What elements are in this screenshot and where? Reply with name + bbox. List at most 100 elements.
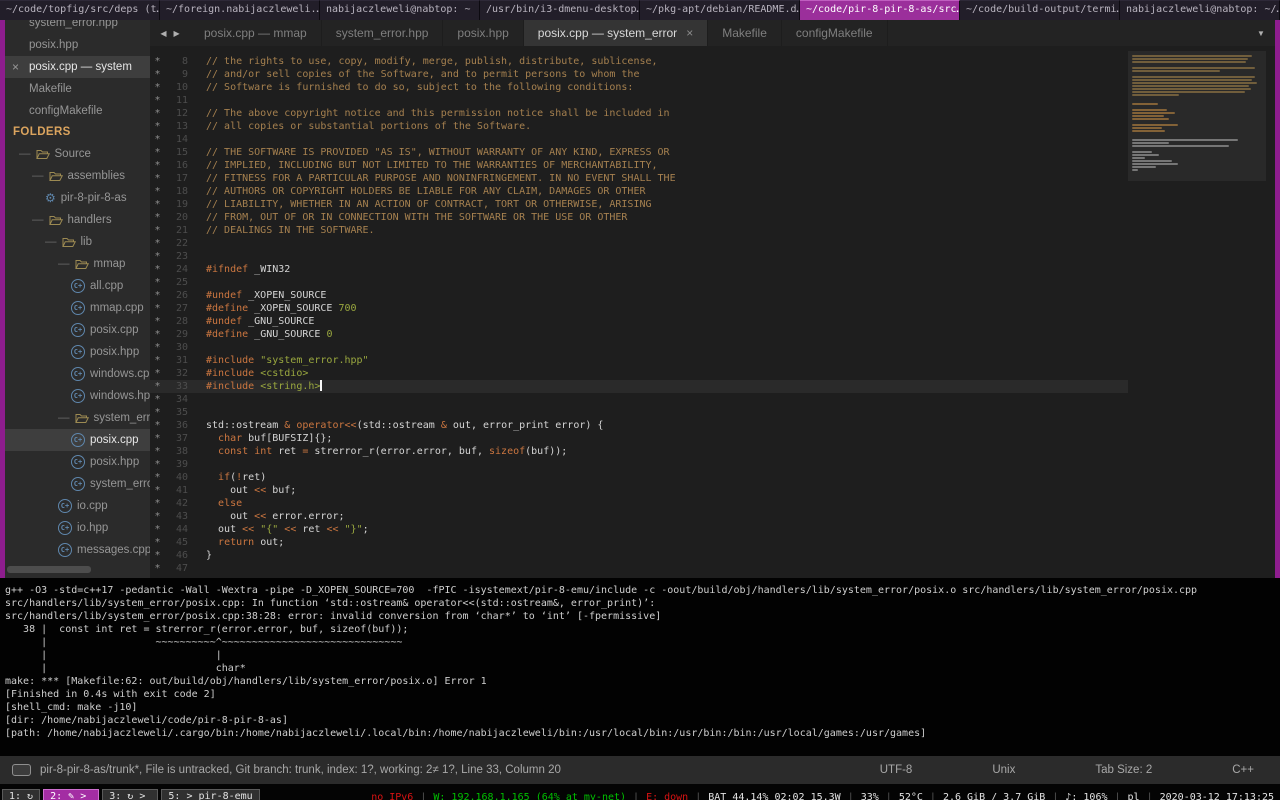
code-line[interactable]: *35 <box>150 406 1128 419</box>
minimap[interactable] <box>1128 46 1275 578</box>
workspace-button[interactable]: 1: ↻ <box>2 789 40 800</box>
expander-icon[interactable]: — <box>45 231 57 253</box>
tree-item[interactable]: C+posix.cpp <box>5 429 150 451</box>
titlebar-window[interactable]: ~/code/topfig/src/deps (t… <box>0 0 160 20</box>
open-file-item[interactable]: ×posix.cpp — system <box>5 56 150 78</box>
code-line[interactable]: *47 <box>150 562 1128 575</box>
code-line[interactable]: *27#define _XOPEN_SOURCE 700 <box>150 302 1128 315</box>
code-line[interactable]: *14 <box>150 133 1128 146</box>
code-line[interactable]: *30 <box>150 341 1128 354</box>
code-line[interactable]: *45 return out; <box>150 536 1128 549</box>
workspace-button[interactable]: 3: ↻ >_ <box>102 789 158 800</box>
code-line[interactable]: *33#include <string.h> <box>150 380 1128 393</box>
build-output-panel[interactable]: g++ -O3 -std=c++17 -pedantic -Wall -Wext… <box>0 578 1280 756</box>
titlebar-window[interactable]: ~/foreign.nabijaczleweli.… <box>160 0 320 20</box>
tree-item[interactable]: —Source <box>5 143 150 165</box>
titlebar-window[interactable]: ~/pkg-apt/debian/README.d… <box>640 0 800 20</box>
titlebar-window[interactable]: ~/code/pir-8-pir-8-as/src… <box>800 0 960 20</box>
minimap-viewport[interactable] <box>1128 51 1266 181</box>
code-line[interactable]: *21// DEALINGS IN THE SOFTWARE. <box>150 224 1128 237</box>
expander-icon[interactable]: — <box>32 209 44 231</box>
tree-item[interactable]: —handlers <box>5 209 150 231</box>
build-output-line[interactable]: | char* <box>5 662 1280 675</box>
code-line[interactable]: *36std::ostream & operator<<(std::ostrea… <box>150 419 1128 432</box>
code-line[interactable]: *8// the rights to use, copy, modify, me… <box>150 55 1128 68</box>
tree-item[interactable]: C+windows.hpp <box>5 385 150 407</box>
sidebar-horizontal-scrollbar[interactable] <box>7 566 91 573</box>
editor-tab[interactable]: configMakefile <box>782 20 888 46</box>
code-line[interactable]: *12// The above copyright notice and thi… <box>150 107 1128 120</box>
editor-tab[interactable]: system_error.hpp <box>322 20 444 46</box>
code-line[interactable]: *25 <box>150 276 1128 289</box>
tree-item[interactable]: —system_error <box>5 407 150 429</box>
code-line[interactable]: *20// FROM, OUT OF OR IN CONNECTION WITH… <box>150 211 1128 224</box>
tree-item[interactable]: C+io.hpp <box>5 517 150 539</box>
code-line[interactable]: *28#undef _GNU_SOURCE <box>150 315 1128 328</box>
build-output-line[interactable]: 38 | const int ret = strerror_r(error.er… <box>5 623 1280 636</box>
titlebar-window[interactable]: nabijaczleweli@nabtop: ~/… <box>1120 0 1280 20</box>
tree-item[interactable]: ⚙pir-8-pir-8-as <box>5 187 150 209</box>
tab-overflow-icon[interactable]: ▼ <box>1247 20 1275 46</box>
code-line[interactable]: *39 <box>150 458 1128 471</box>
workspace-button[interactable]: 2: ✎ >_ <box>43 789 99 800</box>
code-line[interactable]: *34 <box>150 393 1128 406</box>
code-line[interactable]: *19// LIABILITY, WHETHER IN AN ACTION OF… <box>150 198 1128 211</box>
build-output-line[interactable]: | | <box>5 649 1280 662</box>
code-line[interactable]: *17// FITNESS FOR A PARTICULAR PURPOSE A… <box>150 172 1128 185</box>
workspace-button[interactable]: 5: >_pir-8-emu <box>161 789 259 800</box>
expander-icon[interactable]: — <box>19 143 31 165</box>
code-line[interactable]: *18// AUTHORS OR COPYRIGHT HOLDERS BE LI… <box>150 185 1128 198</box>
titlebar-window[interactable]: ~/code/build-output/termi… <box>960 0 1120 20</box>
editor-tab[interactable]: posix.hpp <box>443 20 523 46</box>
tree-item[interactable]: —lib <box>5 231 150 253</box>
code-line[interactable]: *46} <box>150 549 1128 562</box>
code-line[interactable]: *42 else <box>150 497 1128 510</box>
status-field[interactable]: Unix <box>992 764 1015 776</box>
code-line[interactable]: *11 <box>150 94 1128 107</box>
open-file-item[interactable]: posix.hpp <box>5 34 150 56</box>
tab-scroll-right-icon[interactable]: ▶ <box>174 29 180 38</box>
code-line[interactable]: *26#undef _XOPEN_SOURCE <box>150 289 1128 302</box>
editor-tab[interactable]: posix.cpp — system_error× <box>524 20 708 46</box>
code-line[interactable]: *43 out << error.error; <box>150 510 1128 523</box>
build-output-line[interactable]: g++ -O3 -std=c++17 -pedantic -Wall -Wext… <box>5 584 1280 597</box>
build-output-line[interactable]: | ~~~~~~~~~~^~~~~~~~~~~~~~~~~~~~~~~~~~~~… <box>5 636 1280 649</box>
build-output-line[interactable]: [Finished in 0.4s with exit code 2] <box>5 688 1280 701</box>
build-output-line[interactable]: src/handlers/lib/system_error/posix.cpp:… <box>5 610 1280 623</box>
code-line[interactable]: *13// all copies or substantial portions… <box>150 120 1128 133</box>
tree-item[interactable]: C+posix.hpp <box>5 341 150 363</box>
build-output-line[interactable]: [shell_cmd: make -j10] <box>5 701 1280 714</box>
close-icon[interactable]: × <box>12 56 19 78</box>
tab-scroll-left-icon[interactable]: ◀ <box>160 29 166 38</box>
close-icon[interactable]: × <box>686 26 693 40</box>
code-line[interactable]: *22 <box>150 237 1128 250</box>
code-line[interactable]: *23 <box>150 250 1128 263</box>
build-output-line[interactable]: src/handlers/lib/system_error/posix.cpp:… <box>5 597 1280 610</box>
tree-item[interactable]: C+posix.hpp <box>5 451 150 473</box>
tree-item[interactable]: C+messages.cpp <box>5 539 150 561</box>
code-line[interactable]: *9// and/or sell copies of the Software,… <box>150 68 1128 81</box>
open-file-item[interactable]: system_error.hpp <box>5 20 150 34</box>
expander-icon[interactable]: — <box>58 407 70 429</box>
tree-item[interactable]: C+posix.cpp <box>5 319 150 341</box>
code-line[interactable]: *29#define _GNU_SOURCE 0 <box>150 328 1128 341</box>
status-field[interactable]: UTF-8 <box>880 764 913 776</box>
tree-item[interactable]: —assemblies <box>5 165 150 187</box>
vcs-panel-icon[interactable] <box>12 764 31 776</box>
code-line[interactable]: *16// IMPLIED, INCLUDING BUT NOT LIMITED… <box>150 159 1128 172</box>
expander-icon[interactable]: — <box>32 165 44 187</box>
editor-tab[interactable]: posix.cpp — mmap <box>190 20 322 46</box>
expander-icon[interactable]: — <box>58 253 70 275</box>
code-line[interactable]: *10// Software is furnished to do so, su… <box>150 81 1128 94</box>
status-field[interactable]: C++ <box>1232 764 1254 776</box>
tree-item[interactable]: C+system_error.hpp <box>5 473 150 495</box>
open-file-item[interactable]: Makefile <box>5 78 150 100</box>
code-line[interactable]: *24#ifndef _WIN32 <box>150 263 1128 276</box>
tree-item[interactable]: —mmap <box>5 253 150 275</box>
build-output-line[interactable]: [dir: /home/nabijaczleweli/code/pir-8-pi… <box>5 714 1280 727</box>
tree-item[interactable]: C+all.cpp <box>5 275 150 297</box>
code-line[interactable]: *15// THE SOFTWARE IS PROVIDED "AS IS", … <box>150 146 1128 159</box>
code-line[interactable]: *44 out << "{" << ret << "}"; <box>150 523 1128 536</box>
build-output-line[interactable]: [path: /home/nabijaczleweli/.cargo/bin:/… <box>5 727 1280 740</box>
code-line[interactable]: *41 out << buf; <box>150 484 1128 497</box>
